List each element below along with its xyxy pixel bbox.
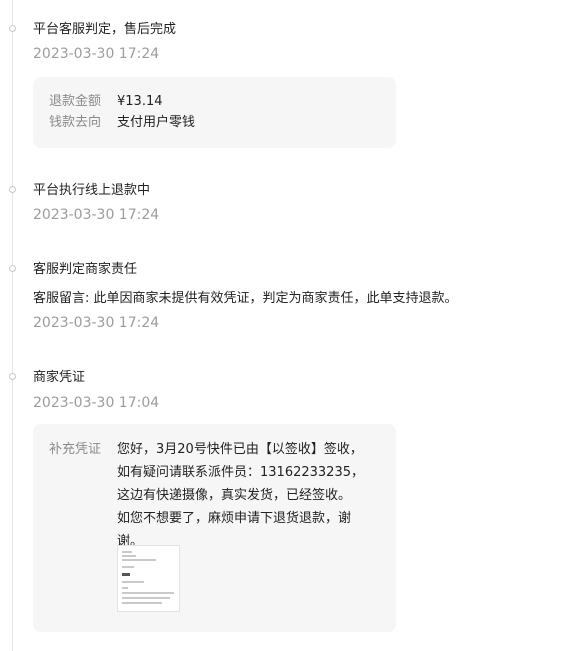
event-time: 2023-03-30 17:24 bbox=[33, 46, 160, 62]
event-title: 商家凭证 bbox=[33, 370, 86, 385]
event-title: 客服判定商家责任 bbox=[33, 262, 138, 277]
refund-amount-label: 退款金额 bbox=[49, 94, 102, 109]
event-time: 2023-03-30 17:04 bbox=[33, 395, 160, 411]
refund-amount-value: ¥13.14 bbox=[117, 94, 163, 109]
event-title: 平台执行线上退款中 bbox=[33, 183, 151, 198]
refund-destination-label: 钱款去向 bbox=[49, 115, 102, 130]
timeline-line bbox=[12, 0, 13, 651]
timeline-dot bbox=[9, 373, 16, 380]
timeline-dot bbox=[9, 186, 16, 193]
event-time: 2023-03-30 17:24 bbox=[33, 315, 160, 331]
evidence-image-thumbnail[interactable] bbox=[117, 545, 180, 612]
timeline-dot bbox=[9, 25, 16, 32]
evidence-text: 您好，3月20号快件已由【以签收】签收， 如有疑问请联系派件员：13162233… bbox=[117, 442, 364, 549]
refund-info-card: 退款金额 ¥13.14 钱款去向 支付用户零钱 bbox=[33, 77, 396, 148]
timeline-dot bbox=[9, 265, 16, 272]
refund-destination-value: 支付用户零钱 bbox=[117, 115, 196, 130]
evidence-label: 补充凭证 bbox=[49, 442, 102, 457]
event-time: 2023-03-30 17:24 bbox=[33, 207, 160, 223]
event-title: 平台客服判定，售后完成 bbox=[33, 22, 177, 37]
merchant-evidence-card: 补充凭证 您好，3月20号快件已由【以签收】签收， 如有疑问请联系派件员：131… bbox=[33, 424, 396, 632]
service-message: 客服留言: 此单因商家未提供有效凭证，判定为商家责任，此单支持退款。 bbox=[33, 291, 458, 306]
